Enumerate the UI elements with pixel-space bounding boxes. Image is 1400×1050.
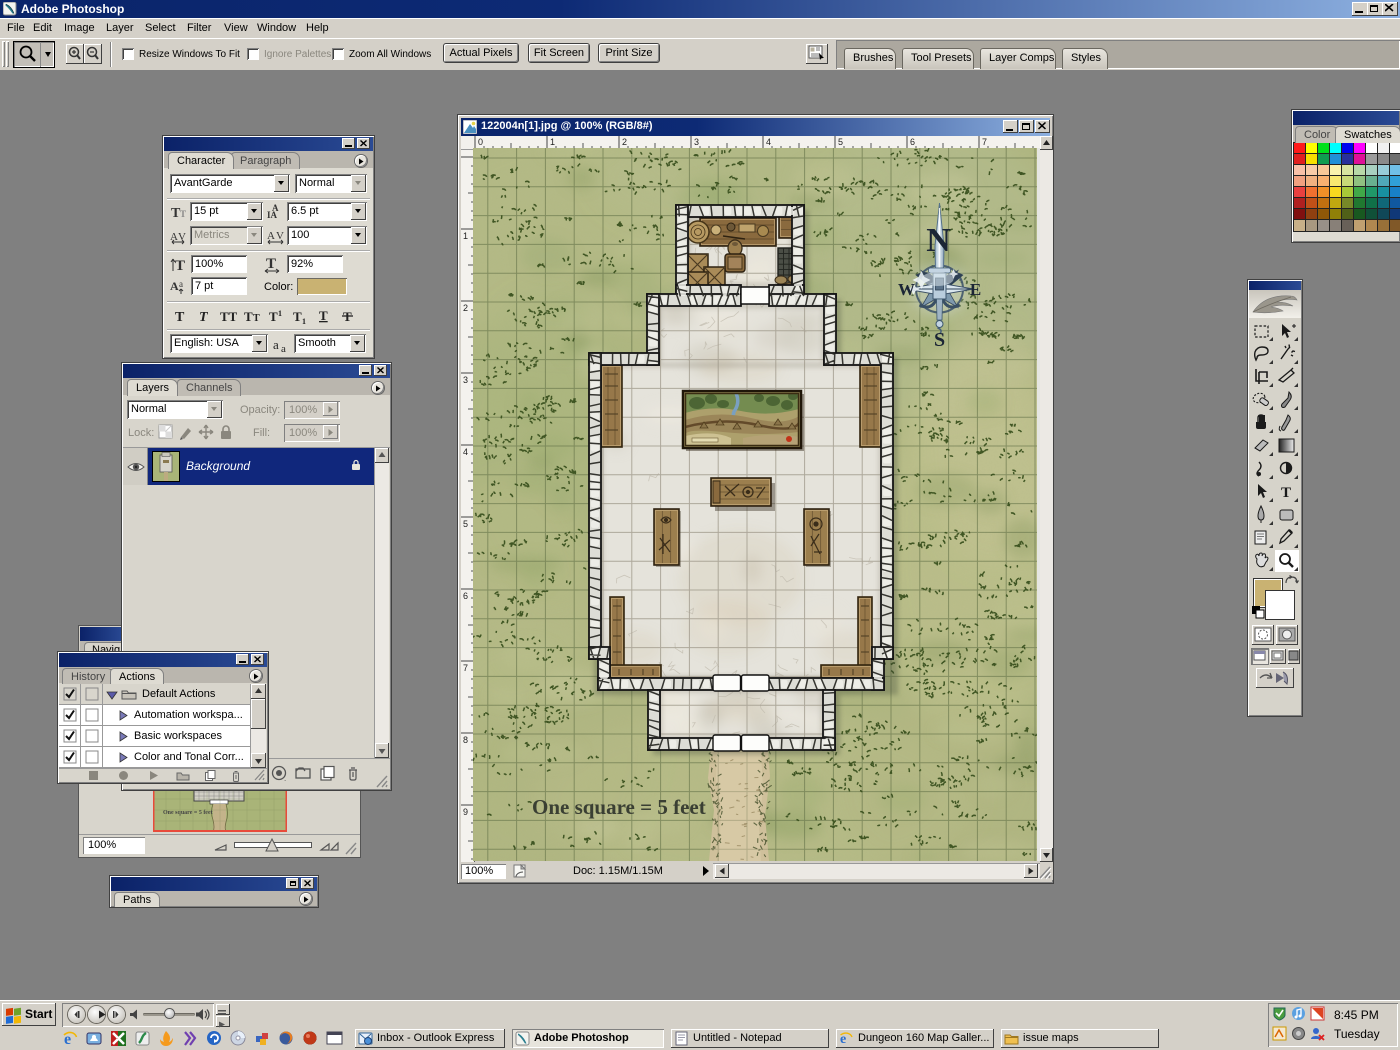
svg-text:7: 7: [463, 663, 468, 673]
svg-text:T: T: [1281, 485, 1291, 501]
svg-text:9: 9: [463, 807, 468, 817]
svg-text:N: N: [926, 222, 951, 259]
svg-text:S: S: [934, 329, 945, 351]
svg-text:6: 6: [463, 591, 468, 601]
svg-text:One square = 5 feet: One square = 5 feet: [532, 795, 706, 819]
svg-text:3: 3: [463, 375, 468, 385]
svg-text:T: T: [253, 313, 260, 324]
svg-text:5: 5: [838, 137, 843, 147]
svg-text:A: A: [267, 230, 275, 242]
svg-text:a: a: [281, 343, 286, 352]
svg-text:T: T: [293, 309, 302, 324]
svg-text:A: A: [170, 279, 179, 293]
svg-text:T: T: [269, 309, 278, 324]
svg-text:2: 2: [622, 137, 627, 147]
svg-text:A: A: [170, 231, 178, 243]
svg-text:W: W: [898, 280, 915, 299]
svg-text:0: 0: [478, 137, 483, 147]
svg-text:1: 1: [278, 309, 282, 318]
svg-text:1: 1: [302, 317, 306, 325]
svg-text:a: a: [273, 337, 279, 352]
svg-text:IA: IA: [267, 210, 278, 220]
svg-text:One square = 5 feet: One square = 5 feet: [163, 810, 213, 816]
svg-text:4: 4: [463, 447, 468, 457]
svg-text:T: T: [244, 309, 253, 324]
svg-text:T: T: [199, 310, 209, 325]
svg-text:TT: TT: [220, 309, 237, 324]
svg-text:1: 1: [550, 137, 555, 147]
svg-text:4: 4: [766, 137, 771, 147]
svg-text:6: 6: [910, 137, 915, 147]
svg-text:V: V: [276, 230, 284, 242]
svg-text:1: 1: [463, 231, 468, 241]
svg-text:8: 8: [463, 735, 468, 745]
svg-text:7: 7: [982, 137, 987, 147]
svg-text:.: .: [284, 774, 286, 782]
svg-text:T: T: [175, 310, 185, 325]
svg-text:T: T: [319, 308, 328, 323]
svg-text:2: 2: [463, 303, 468, 313]
svg-text:T: T: [175, 258, 185, 274]
svg-text:3: 3: [694, 137, 699, 147]
svg-text:5: 5: [463, 519, 468, 529]
svg-text:T: T: [180, 209, 186, 219]
svg-text:E: E: [970, 280, 981, 299]
svg-text:V: V: [178, 231, 186, 243]
svg-text:a: a: [179, 279, 183, 289]
